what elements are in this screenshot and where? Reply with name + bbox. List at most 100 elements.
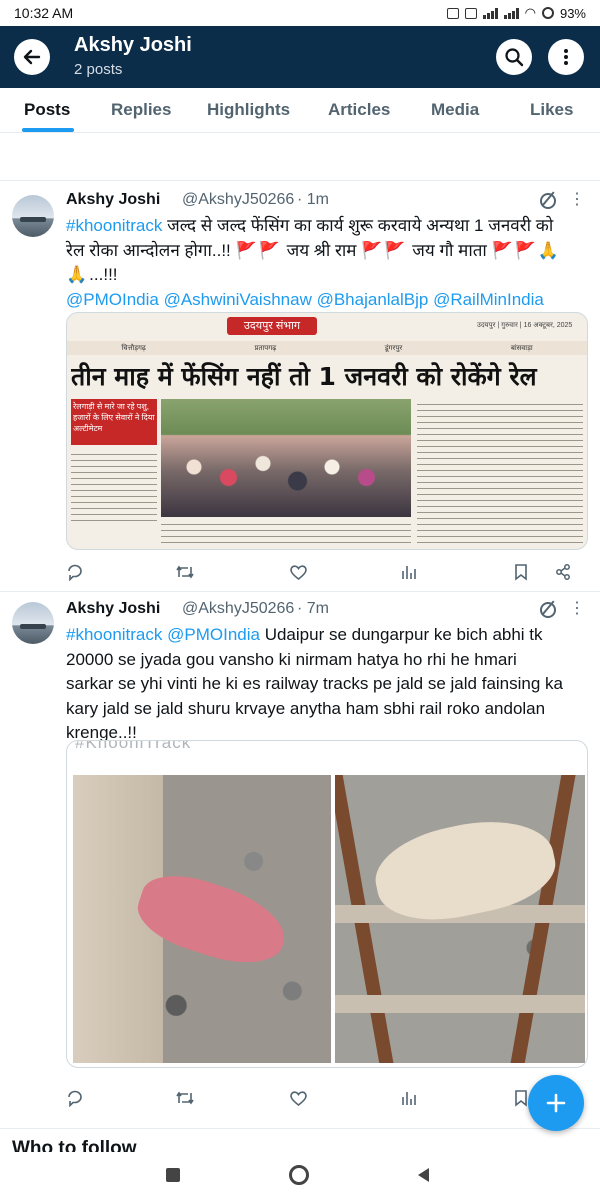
photo-track-left[interactable] (73, 775, 331, 1063)
avatar[interactable] (12, 602, 54, 644)
news-section: उदयपुर संभाग (227, 317, 317, 335)
nav-square-icon[interactable] (166, 1168, 180, 1182)
views-button[interactable] (398, 1087, 420, 1109)
tweet[interactable]: Akshy Joshi @AkshyJ50266 · 1m ⋮ #khoonit… (0, 181, 600, 591)
share-button[interactable] (552, 561, 574, 583)
tab-media[interactable]: Media (431, 100, 479, 120)
tab-highlights[interactable]: Highlights (207, 100, 290, 120)
tweet-actions (66, 1087, 578, 1109)
news-dateline: उदयपुर | गुरुवार | 16 अक्टूबर, 2025 (477, 322, 573, 329)
more-button[interactable] (548, 39, 584, 75)
status-bar: 10:32 AM ◠ 93% (0, 0, 600, 26)
tweet-image-grid: #KhooniTrack (66, 740, 588, 1068)
compose-plus-icon (546, 1093, 566, 1113)
battery-level: 93% (559, 5, 586, 21)
district-label: बांसवाड़ा (510, 344, 533, 352)
back-arrow-icon (23, 49, 41, 65)
profile-header: Akshy Joshi 2 posts (0, 26, 600, 88)
more-vertical-icon (564, 49, 568, 65)
search-button[interactable] (496, 39, 532, 75)
nav-back-triangle-icon[interactable] (415, 1166, 431, 1184)
news-headline: तीन माह में फेंसिंग नहीं तो 1 जनवरी को र… (71, 362, 537, 391)
who-to-follow-heading: Who to follow (12, 1138, 137, 1152)
news-caption-text (161, 519, 411, 547)
tweet-actions (66, 561, 578, 583)
flag-emoji: 🚩🚩 (361, 240, 408, 260)
like-button[interactable] (287, 1087, 309, 1109)
views-button[interactable] (398, 561, 420, 583)
tab-articles[interactable]: Articles (328, 100, 390, 120)
photo-track-right[interactable] (335, 775, 585, 1063)
views-icon (402, 1092, 416, 1105)
news-article-columns (417, 399, 583, 547)
tweet-handle[interactable]: @AkshyJ50266 (182, 600, 294, 618)
nav-circle-icon[interactable] (289, 1165, 309, 1185)
grok-icon[interactable] (540, 602, 556, 618)
retweet-button[interactable] (174, 561, 196, 583)
android-nav-bar (0, 1152, 600, 1200)
share-icon (556, 564, 570, 580)
tweet-time: · 1m (297, 191, 329, 208)
bookmark-icon (515, 564, 527, 581)
image-caption: #KhooniTrack (75, 740, 192, 752)
compose-button[interactable] (528, 1075, 584, 1131)
bookmark-button[interactable] (510, 561, 532, 583)
news-column-text (71, 449, 157, 521)
sim-icon (464, 7, 477, 19)
reply-icon (68, 564, 82, 581)
like-icon (289, 1090, 307, 1106)
profile-name: Akshy Joshi (74, 34, 192, 56)
reply-button[interactable] (64, 1087, 86, 1109)
tweet-text: #khoonitrack @PMOIndia Udaipur se dungar… (66, 623, 566, 746)
news-sidebox: रेलगाड़ी से मारे जा रहे पशु, हजारों के ल… (71, 399, 157, 445)
signal-icon (482, 7, 498, 19)
tweet-body-3: जय गौ माता (407, 240, 492, 260)
hashtag-link[interactable]: #khoonitrack (66, 216, 162, 235)
tweet-time: · 7m (297, 600, 329, 617)
tweet-body-2: जय श्री राम (281, 240, 362, 260)
profile-tabs: Posts Replies Highlights Articles Media … (0, 88, 600, 133)
hashtag-mention-links[interactable]: #khoonitrack @PMOIndia (66, 625, 260, 644)
avatar[interactable] (12, 195, 54, 237)
bookmark-icon (515, 1090, 527, 1107)
district-label: डूंगरपुर (384, 344, 403, 352)
signal-2-icon (503, 7, 519, 19)
flag-emoji: 🚩🚩 (235, 240, 282, 260)
tab-replies[interactable]: Replies (111, 100, 171, 120)
sleeper (335, 995, 585, 1013)
crowd-figures (171, 439, 401, 509)
tweet[interactable]: Akshy Joshi @AkshyJ50266 · 7m ⋮ #khoonit… (0, 592, 600, 1132)
grok-icon[interactable] (540, 193, 556, 209)
views-icon (402, 566, 416, 579)
news-photo-crowd (161, 399, 411, 517)
tab-posts[interactable]: Posts (24, 100, 70, 120)
like-icon (289, 564, 307, 580)
reply-button[interactable] (64, 561, 86, 583)
retweet-icon (176, 1091, 194, 1105)
tweet-handle[interactable]: @AkshyJ50266 (182, 191, 294, 209)
status-time: 10:32 AM (14, 5, 74, 21)
status-icons: ◠ 93% (446, 5, 586, 21)
tweet-author-name[interactable]: Akshy Joshi (66, 191, 160, 209)
tweet-more-button[interactable]: ⋮ (569, 189, 586, 209)
tweet-body-4: ...!!! (89, 265, 118, 284)
retweet-icon (176, 565, 194, 579)
active-tab-indicator (22, 128, 74, 132)
tweet-more-button[interactable]: ⋮ (569, 598, 586, 618)
news-district-bar: चित्तौड़गढ़ प्रतापगढ़ डूंगरपुर बांसवाड़ा (67, 341, 587, 355)
district-label: प्रतापगढ़ (254, 344, 277, 352)
tweet-image-newspaper[interactable]: उदयपुर संभाग उदयपुर | गुरुवार | 16 अक्टू… (66, 312, 588, 550)
divider (0, 1128, 600, 1129)
tab-likes[interactable]: Likes (530, 100, 573, 120)
notification-icon (446, 7, 459, 19)
battery-icon (541, 7, 554, 19)
reply-icon (68, 1090, 82, 1107)
retweet-button[interactable] (174, 1087, 196, 1109)
like-button[interactable] (287, 561, 309, 583)
back-button[interactable] (14, 39, 50, 75)
post-count: 2 posts (74, 61, 123, 78)
wifi-icon: ◠ (524, 5, 536, 20)
tweet-author-name[interactable]: Akshy Joshi (66, 600, 160, 618)
district-label: चित्तौड़गढ़ (121, 344, 146, 352)
search-icon (505, 48, 524, 67)
